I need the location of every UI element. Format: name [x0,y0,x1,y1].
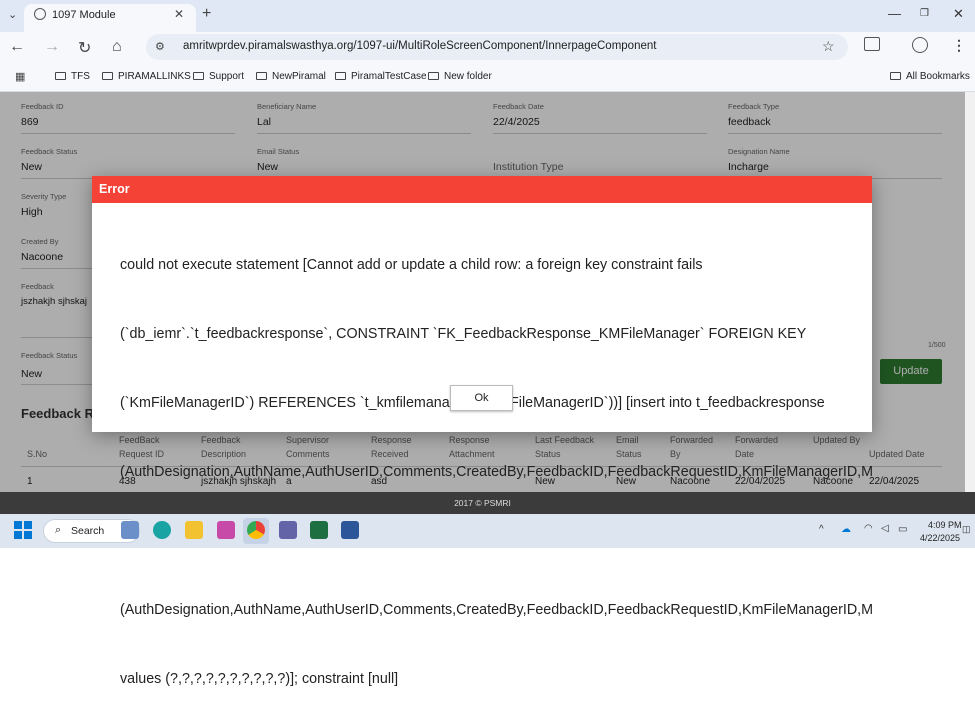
bookmark-support[interactable]: Support [193,71,244,82]
error-dialog-title: Error [99,182,130,196]
scrollbar[interactable] [965,92,975,492]
microsoft365-icon[interactable] [217,521,235,539]
new-tab-icon[interactable]: + [202,5,211,23]
footer-text: 2017 © PSMRI [454,498,511,508]
wifi-icon[interactable]: ◠ [864,523,873,534]
error-message-line: (AuthDesignation,AuthName,AuthUserID,Com… [120,602,872,618]
bookmark-star-icon[interactable]: ☆ [822,38,835,55]
reload-icon[interactable]: ↻ [78,38,91,58]
window-close-icon[interactable]: ✕ [953,6,964,22]
excel-icon[interactable] [310,521,328,539]
teams-icon[interactable] [279,521,297,539]
restore-icon[interactable]: ❐ [920,8,929,19]
folder-icon [102,72,113,80]
profile-icon[interactable] [912,37,928,53]
home-icon[interactable]: ⌂ [112,38,122,56]
error-dialog-header [92,176,872,203]
bookmark-newpiramal[interactable]: NewPiramal [256,71,326,82]
chevron-up-icon[interactable]: ^ [819,524,824,535]
globe-icon [34,8,46,20]
windows-start-icon[interactable] [14,521,32,539]
edge-icon[interactable] [153,521,171,539]
folder-icon [193,72,204,80]
error-message-line: could not execute statement [Cannot add … [120,257,703,273]
error-message-line: (`db_iemr`.`t_feedbackresponse`, CONSTRA… [120,326,807,342]
site-info-icon[interactable]: ⚙ [155,40,165,53]
tab-title: 1097 Module [52,9,116,21]
back-icon[interactable]: ← [9,38,25,56]
forward-icon[interactable]: → [44,38,60,56]
taskbar-search-label: Search [71,525,105,537]
url-text[interactable]: amritwprdev.piramalswasthya.org/1097-ui/… [183,40,656,52]
word-icon[interactable] [341,521,359,539]
all-bookmarks[interactable]: All Bookmarks [890,71,970,82]
folder-icon [55,72,66,80]
file-explorer-icon[interactable] [185,521,203,539]
menu-icon[interactable]: ⋮ [952,37,966,54]
error-message-line: values (?,?,?,?,?,?,?,?,?,?)]; constrain… [120,671,399,687]
minimize-icon[interactable]: — [888,6,901,21]
folder-icon [890,72,901,80]
bookmark-new-folder[interactable]: New folder [428,71,492,82]
error-message: could not execute statement [Cannot add … [120,208,872,714]
volume-icon[interactable]: ◁ [881,523,889,534]
battery-icon[interactable]: ▭ [898,524,907,535]
chrome-icon[interactable] [247,521,265,539]
clock-date[interactable]: 4/22/2025 [920,533,960,543]
close-tab-icon[interactable]: ✕ [174,7,184,21]
task-view-icon[interactable] [121,521,139,539]
tab-list-icon[interactable]: ⌄ [8,8,17,21]
extensions-icon[interactable] [864,37,880,51]
bookmark-piramaltestcase[interactable]: PiramalTestCase [335,71,427,82]
apps-icon[interactable]: ▦ [15,70,25,83]
cloud-icon[interactable]: ☁ [841,524,851,535]
taskbar [0,514,975,548]
clock-time[interactable]: 4:09 PM [928,520,962,530]
folder-icon [335,72,346,80]
notification-icon[interactable]: ◫ [962,524,971,535]
folder-icon [428,72,439,80]
ok-button[interactable]: Ok [450,385,513,411]
folder-icon [256,72,267,80]
bookmark-piramallinks[interactable]: PIRAMALLINKS [102,71,191,82]
search-icon: ⌕ [55,524,62,536]
error-message-line: (AuthDesignation,AuthName,AuthUserID,Com… [120,464,872,480]
bookmark-tfs[interactable]: TFS [55,71,90,82]
